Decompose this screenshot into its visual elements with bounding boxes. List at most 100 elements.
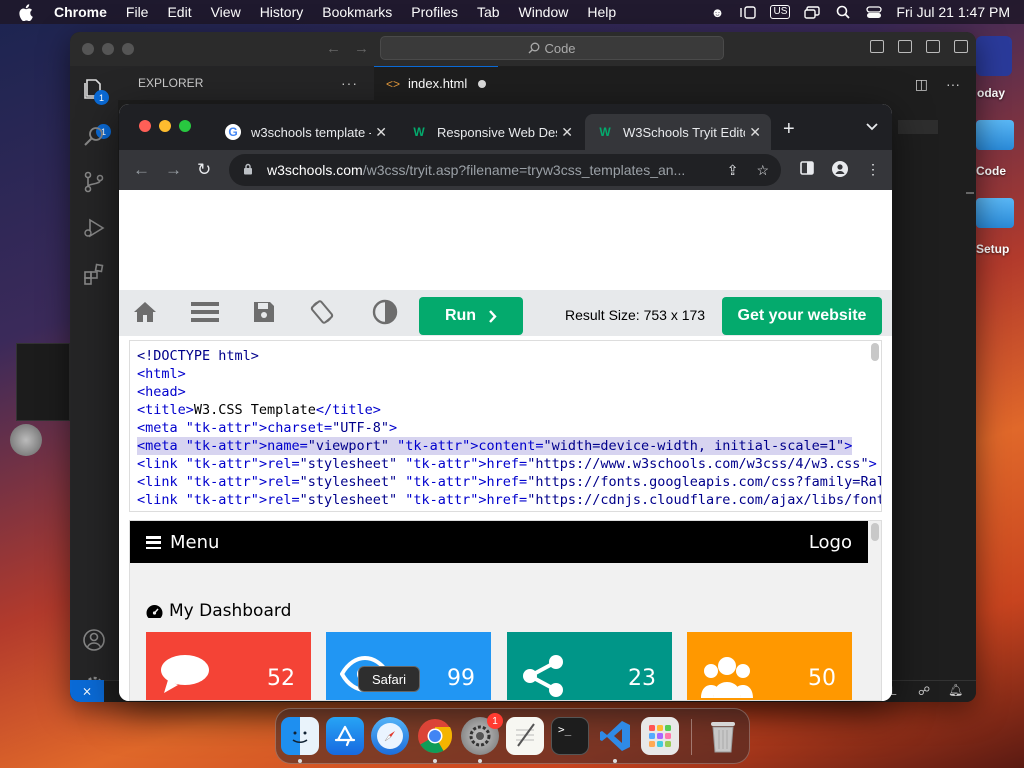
menubar-clock[interactable]: Fri Jul 21 1:47 PM — [896, 4, 1010, 20]
split-editor-icon[interactable]: ◫ — [915, 76, 928, 93]
menu-help[interactable]: Help — [587, 4, 616, 20]
system-settings-icon[interactable]: 1 — [461, 713, 503, 755]
menu-tab[interactable]: Tab — [477, 4, 500, 20]
browser-tab-active[interactable]: W W3Schools Tryit Edito ✕ — [585, 114, 771, 150]
run-debug-icon[interactable] — [82, 216, 106, 240]
extensions-icon[interactable] — [82, 262, 106, 286]
menu-window[interactable]: Window — [519, 4, 569, 20]
safari-icon[interactable] — [371, 717, 409, 755]
close-window-button[interactable] — [82, 43, 94, 55]
lock-icon[interactable] — [243, 162, 255, 178]
control-center-icon[interactable] — [865, 4, 883, 20]
side-panel-icon[interactable] — [800, 161, 814, 180]
vscode-icon[interactable] — [596, 717, 634, 755]
spotlight-search-icon[interactable] — [834, 4, 852, 20]
apple-menu-icon[interactable] — [18, 3, 36, 21]
home-icon[interactable] — [132, 299, 158, 325]
code-editor[interactable]: <!DOCTYPE html> <html> <head> <title>W3.… — [129, 340, 882, 512]
window-thumbnail[interactable] — [16, 343, 70, 421]
desktop-label-code[interactable]: Code — [976, 164, 1006, 178]
finder-icon[interactable] — [281, 717, 319, 755]
browser-tab[interactable]: W Responsive Web Desi ✕ — [399, 114, 583, 150]
code-line: <html> — [137, 365, 881, 383]
toggle-secondary-sidebar-icon[interactable] — [926, 40, 940, 53]
app-store-icon[interactable] — [326, 717, 364, 755]
forward-arrow-icon[interactable]: → — [354, 40, 369, 57]
feedback-icon[interactable]: ☍ — [918, 684, 930, 698]
close-tab-icon[interactable]: ✕ — [749, 124, 761, 141]
maximize-window-button[interactable] — [122, 43, 134, 55]
menu-bookmarks[interactable]: Bookmarks — [322, 4, 392, 20]
url-host: w3schools.com — [267, 162, 363, 178]
new-tab-button[interactable]: + — [783, 118, 795, 141]
terminal-icon[interactable]: >_ — [551, 717, 589, 755]
result-menu-button[interactable]: Menu — [146, 532, 219, 553]
menu-view[interactable]: View — [211, 4, 241, 20]
source-control-icon[interactable] — [82, 170, 106, 194]
desktop-folder-icon[interactable] — [976, 198, 1014, 228]
rotate-orientation-icon[interactable] — [309, 299, 335, 325]
toggle-sidebar-icon[interactable] — [870, 40, 884, 53]
bookmark-star-icon[interactable]: ☆ — [756, 162, 769, 179]
tab-search-chevron-icon[interactable] — [866, 120, 878, 134]
maximize-window-button[interactable] — [179, 120, 191, 132]
menu-edit[interactable]: Edit — [167, 4, 191, 20]
unsaved-dot-icon[interactable] — [478, 79, 486, 88]
code-text: <!DOCTYPE html> — [137, 348, 259, 364]
launchpad-icon[interactable] — [641, 717, 679, 755]
account-icon[interactable] — [82, 628, 106, 652]
back-arrow-icon[interactable]: ← — [326, 40, 341, 57]
menu-bars-icon[interactable] — [191, 299, 219, 325]
minimize-window-button[interactable] — [102, 43, 114, 55]
settings-thumbnail-icon[interactable] — [10, 424, 42, 456]
profile-avatar-icon[interactable] — [832, 161, 848, 180]
explorer-more-actions[interactable]: ··· — [341, 75, 358, 91]
desktop-widget[interactable] — [976, 36, 1012, 76]
browser-tab[interactable]: G w3schools template - ✕ — [213, 114, 397, 150]
save-floppy-icon[interactable] — [253, 299, 275, 325]
address-bar[interactable]: w3schools.com/w3css/tryit.asp?filename=t… — [229, 154, 781, 186]
remote-indicator-icon[interactable]: ⨯ — [70, 680, 104, 702]
customize-layout-icon[interactable] — [954, 40, 968, 53]
dark-mode-toggle-icon[interactable] — [372, 299, 398, 325]
scrollbar-track[interactable] — [966, 192, 974, 194]
menu-profiles[interactable]: Profiles — [411, 4, 458, 20]
forward-arrow-icon[interactable]: → — [165, 160, 182, 180]
notifications-bell-icon[interactable]: 🔔︎ — [948, 683, 963, 697]
menu-history[interactable]: History — [260, 4, 304, 20]
google-icon: G — [225, 124, 241, 140]
code-scrollbar[interactable] — [871, 343, 879, 361]
menu-app-name[interactable]: Chrome — [54, 4, 107, 20]
share-icon[interactable]: ⇪ — [727, 162, 739, 179]
close-window-button[interactable] — [139, 120, 151, 132]
menu-file[interactable]: File — [126, 4, 149, 20]
desktop-label-setup[interactable]: Setup — [976, 242, 1009, 256]
code-line: <meta "tk-attr">charset="UTF-8"> — [137, 419, 881, 437]
code-text: <link "tk-attr">rel="stylesheet" "tk-att… — [137, 474, 881, 490]
textedit-icon[interactable] — [506, 717, 544, 755]
close-tab-icon[interactable]: ✕ — [375, 124, 387, 141]
chrome-icon[interactable] — [416, 717, 454, 755]
code-line: <head> — [137, 383, 881, 401]
command-center-search[interactable]: Code — [380, 36, 724, 60]
input-source-indicator[interactable]: US — [770, 5, 791, 19]
desktop-folder-icon[interactable] — [976, 120, 1014, 150]
emoji-status-icon[interactable]: ☻ — [708, 4, 726, 20]
get-website-button[interactable]: Get your website — [722, 297, 882, 335]
reload-icon[interactable]: ↻ — [197, 160, 211, 180]
minimize-window-button[interactable] — [159, 120, 171, 132]
stage-manager-icon[interactable] — [739, 4, 757, 20]
result-scrollbar[interactable] — [871, 523, 879, 541]
screen-mirroring-icon[interactable] — [803, 4, 821, 20]
running-indicator — [613, 759, 617, 763]
chrome-menu-icon[interactable]: ⋮ — [866, 161, 880, 180]
toggle-panel-icon[interactable] — [898, 40, 912, 53]
search-icon[interactable] — [82, 124, 106, 148]
close-tab-icon[interactable]: ✕ — [561, 124, 573, 141]
editor-tab-index-html[interactable]: <> index.html — [374, 66, 498, 100]
trash-icon[interactable] — [704, 717, 742, 755]
run-button[interactable]: Run — [419, 297, 523, 335]
more-actions-icon[interactable]: ··· — [946, 76, 960, 93]
dashboard-card-users: 50 — [687, 632, 852, 700]
back-arrow-icon[interactable]: ← — [133, 160, 150, 180]
